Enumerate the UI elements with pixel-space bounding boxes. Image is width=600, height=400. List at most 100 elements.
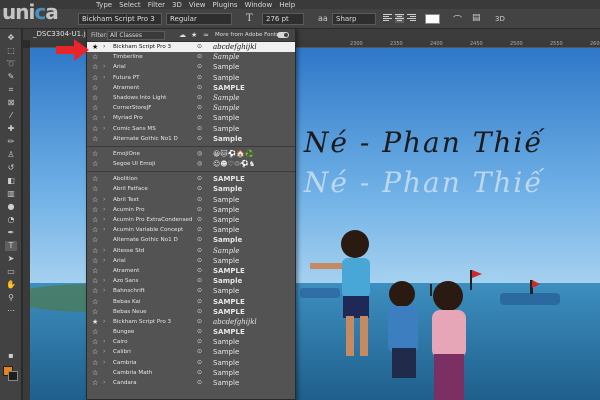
menu-item[interactable]: Window bbox=[245, 1, 273, 9]
font-list-item[interactable]: ☆ › Azo Sans ⊙ Sample bbox=[87, 276, 295, 286]
favorite-star-icon[interactable]: ☆ bbox=[92, 337, 98, 347]
favorite-star-icon[interactable]: ☆ bbox=[92, 378, 98, 388]
favorite-star-icon[interactable]: ☆ bbox=[92, 215, 98, 225]
expand-family-icon[interactable]: › bbox=[103, 62, 105, 72]
marquee-tool-icon[interactable]: ⬚ bbox=[5, 46, 17, 56]
path-select-tool-icon[interactable]: ➤ bbox=[5, 254, 17, 264]
font-list-item[interactable]: ☆ › Arial ⊙ Sample bbox=[87, 62, 295, 72]
antialias-select[interactable]: Sharp bbox=[332, 13, 376, 25]
favorite-star-icon[interactable]: ☆ bbox=[92, 297, 98, 307]
shape-tool-icon[interactable]: ▭ bbox=[5, 267, 17, 277]
expand-family-icon[interactable]: › bbox=[103, 378, 105, 388]
frame-tool-icon[interactable]: ⊠ bbox=[5, 98, 17, 108]
font-style-select[interactable]: Regular bbox=[166, 13, 232, 25]
favorite-star-icon[interactable]: ☆ bbox=[92, 347, 98, 357]
font-list-item[interactable]: ☆ Abril Fatface ⊙ Sample bbox=[87, 184, 295, 194]
font-list-item[interactable]: ☆ › Acumin Pro ⊙ Sample bbox=[87, 205, 295, 215]
expand-family-icon[interactable]: › bbox=[103, 286, 105, 296]
favorite-star-icon[interactable]: ☆ bbox=[92, 256, 98, 266]
zoom-tool-icon[interactable]: ⚲ bbox=[5, 293, 17, 303]
font-list-item[interactable]: ☆ Atrament ⊙ SAMPLE bbox=[87, 266, 295, 276]
favorite-star-icon[interactable]: ☆ bbox=[92, 225, 98, 235]
favorite-star-filled-icon[interactable]: ★ bbox=[92, 317, 98, 327]
font-list-item[interactable]: ☆ Segoe UI Emoji ◎ ☺☻♡♲⚽♞ bbox=[87, 159, 295, 169]
lasso-tool-icon[interactable]: ➰ bbox=[5, 59, 17, 69]
font-list-item[interactable]: ☆ › Altesse Std ⊙ Sample bbox=[87, 246, 295, 256]
menu-item[interactable]: Plugins bbox=[213, 1, 238, 9]
dodge-tool-icon[interactable]: ◔ bbox=[5, 215, 17, 225]
favorite-star-icon[interactable]: ☆ bbox=[92, 174, 98, 184]
expand-family-icon[interactable]: › bbox=[103, 256, 105, 266]
favorite-star-icon[interactable]: ☆ bbox=[92, 73, 98, 83]
expand-family-icon[interactable]: › bbox=[103, 246, 105, 256]
favorite-star-icon[interactable]: ☆ bbox=[92, 235, 98, 245]
expand-family-icon[interactable]: › bbox=[103, 73, 105, 83]
favorite-star-icon[interactable]: ☆ bbox=[92, 266, 98, 276]
expand-family-icon[interactable]: › bbox=[103, 225, 105, 235]
favorite-star-icon[interactable]: ☆ bbox=[92, 286, 98, 296]
font-list-item[interactable]: ☆ › Bahnschrift ⊙ Sample bbox=[87, 286, 295, 296]
stamp-tool-icon[interactable]: ♙ bbox=[5, 150, 17, 160]
font-list-item[interactable]: ☆ Cambria Math ⊙ Sample bbox=[87, 368, 295, 378]
quick-select-tool-icon[interactable]: ✎ bbox=[5, 72, 17, 82]
favorite-star-icon[interactable]: ☆ bbox=[92, 113, 98, 123]
favorite-star-icon[interactable]: ☆ bbox=[92, 184, 98, 194]
canvas-text-layer[interactable]: i Né - Phan Thiế bbox=[282, 126, 544, 159]
crop-tool-icon[interactable]: ⌗ bbox=[5, 85, 17, 95]
expand-family-icon[interactable]: › bbox=[103, 124, 105, 134]
font-list-item[interactable]: ☆ › Calibri ⊙ Sample bbox=[87, 347, 295, 357]
favorite-star-icon[interactable]: ☆ bbox=[92, 276, 98, 286]
default-colors-icon[interactable]: ▪ bbox=[5, 351, 17, 361]
brush-tool-icon[interactable]: ✏ bbox=[5, 137, 17, 147]
expand-family-icon[interactable]: › bbox=[103, 317, 105, 327]
align-right-button[interactable] bbox=[407, 14, 416, 23]
font-list-item[interactable]: ☆ › Myriad Pro ⊙ Sample bbox=[87, 113, 295, 123]
expand-family-icon[interactable]: › bbox=[103, 205, 105, 215]
font-list-item[interactable]: ☆ Bungee ⊙ SAMPLE bbox=[87, 327, 295, 337]
font-size-select[interactable]: 276 pt bbox=[262, 13, 304, 25]
font-list-item[interactable]: ☆ › Futura PT ⊙ Sample bbox=[87, 73, 295, 83]
menu-item[interactable]: View bbox=[189, 1, 206, 9]
font-list-dropdown[interactable]: Filter: All Classes ☁ ★ ≈ More from Adob… bbox=[86, 28, 296, 400]
menu-item[interactable]: Help bbox=[279, 1, 295, 9]
font-list-item[interactable]: ☆ › Comic Sans MS ⊙ Sample bbox=[87, 124, 295, 134]
expand-family-icon[interactable]: › bbox=[103, 195, 105, 205]
font-list-item[interactable]: ★ › Bickham Script Pro 3 ⊙ abcdefghijkl bbox=[87, 42, 295, 53]
font-list-item[interactable]: ☆ Abolition ⊙ SAMPLE bbox=[87, 174, 295, 184]
expand-family-icon[interactable]: › bbox=[103, 337, 105, 347]
3d-button[interactable]: 3D bbox=[495, 15, 505, 23]
favorite-star-icon[interactable]: ☆ bbox=[92, 195, 98, 205]
align-left-button[interactable] bbox=[383, 14, 392, 23]
font-list-item[interactable]: ☆ Alternate Gothic No1 D ⊙ Sample bbox=[87, 134, 295, 144]
expand-family-icon[interactable]: › bbox=[103, 347, 105, 357]
healing-tool-icon[interactable]: ✚ bbox=[5, 124, 17, 134]
favorite-star-icon[interactable]: ☆ bbox=[92, 62, 98, 72]
menu-item[interactable]: 3D bbox=[172, 1, 182, 9]
favorite-star-icon[interactable]: ☆ bbox=[92, 83, 98, 93]
font-list-item[interactable]: ☆ CornerStoreJF ⊙ Sample bbox=[87, 103, 295, 113]
expand-family-icon[interactable]: › bbox=[103, 276, 105, 286]
type-tool-icon[interactable]: T bbox=[5, 241, 17, 251]
font-list-item[interactable]: ☆ › Candara ⊙ Sample bbox=[87, 378, 295, 388]
favorite-star-icon[interactable]: ☆ bbox=[92, 134, 98, 144]
move-tool-icon[interactable]: ✥ bbox=[5, 33, 17, 43]
gradient-tool-icon[interactable]: ▥ bbox=[5, 189, 17, 199]
expand-family-icon[interactable]: › bbox=[103, 358, 105, 368]
eraser-tool-icon[interactable]: ◧ bbox=[5, 176, 17, 186]
menu-item[interactable]: Type bbox=[96, 1, 112, 9]
eyedropper-tool-icon[interactable]: ⁄ bbox=[5, 111, 17, 121]
background-color-swatch[interactable] bbox=[8, 371, 18, 381]
font-list-item[interactable]: ☆ Alternate Gothic No1 D ⊙ Sample bbox=[87, 235, 295, 245]
align-center-button[interactable] bbox=[395, 14, 404, 23]
favorite-star-icon[interactable]: ☆ bbox=[92, 327, 98, 337]
font-list-item[interactable]: ☆ Bebas Neue ⊙ SAMPLE bbox=[87, 307, 295, 317]
hand-tool-icon[interactable]: ✋ bbox=[5, 280, 17, 290]
font-list-item[interactable]: ☆ EmojiOne ◎ 😀🐱⚽🏠♻️ bbox=[87, 149, 295, 159]
favorite-star-icon[interactable]: ☆ bbox=[92, 103, 98, 113]
font-list-item[interactable]: ☆ › Cairo ⊙ Sample bbox=[87, 337, 295, 347]
cloud-filter-icon[interactable]: ☁ bbox=[179, 31, 186, 39]
pen-tool-icon[interactable]: ✒ bbox=[5, 228, 17, 238]
font-list-item[interactable]: ☆ Timberline ⊙ Sample bbox=[87, 52, 295, 62]
font-list-item[interactable]: ★ › Bickham Script Pro 3 ⊙ abcdefghijkl bbox=[87, 317, 295, 327]
favorite-star-icon[interactable]: ☆ bbox=[92, 246, 98, 256]
